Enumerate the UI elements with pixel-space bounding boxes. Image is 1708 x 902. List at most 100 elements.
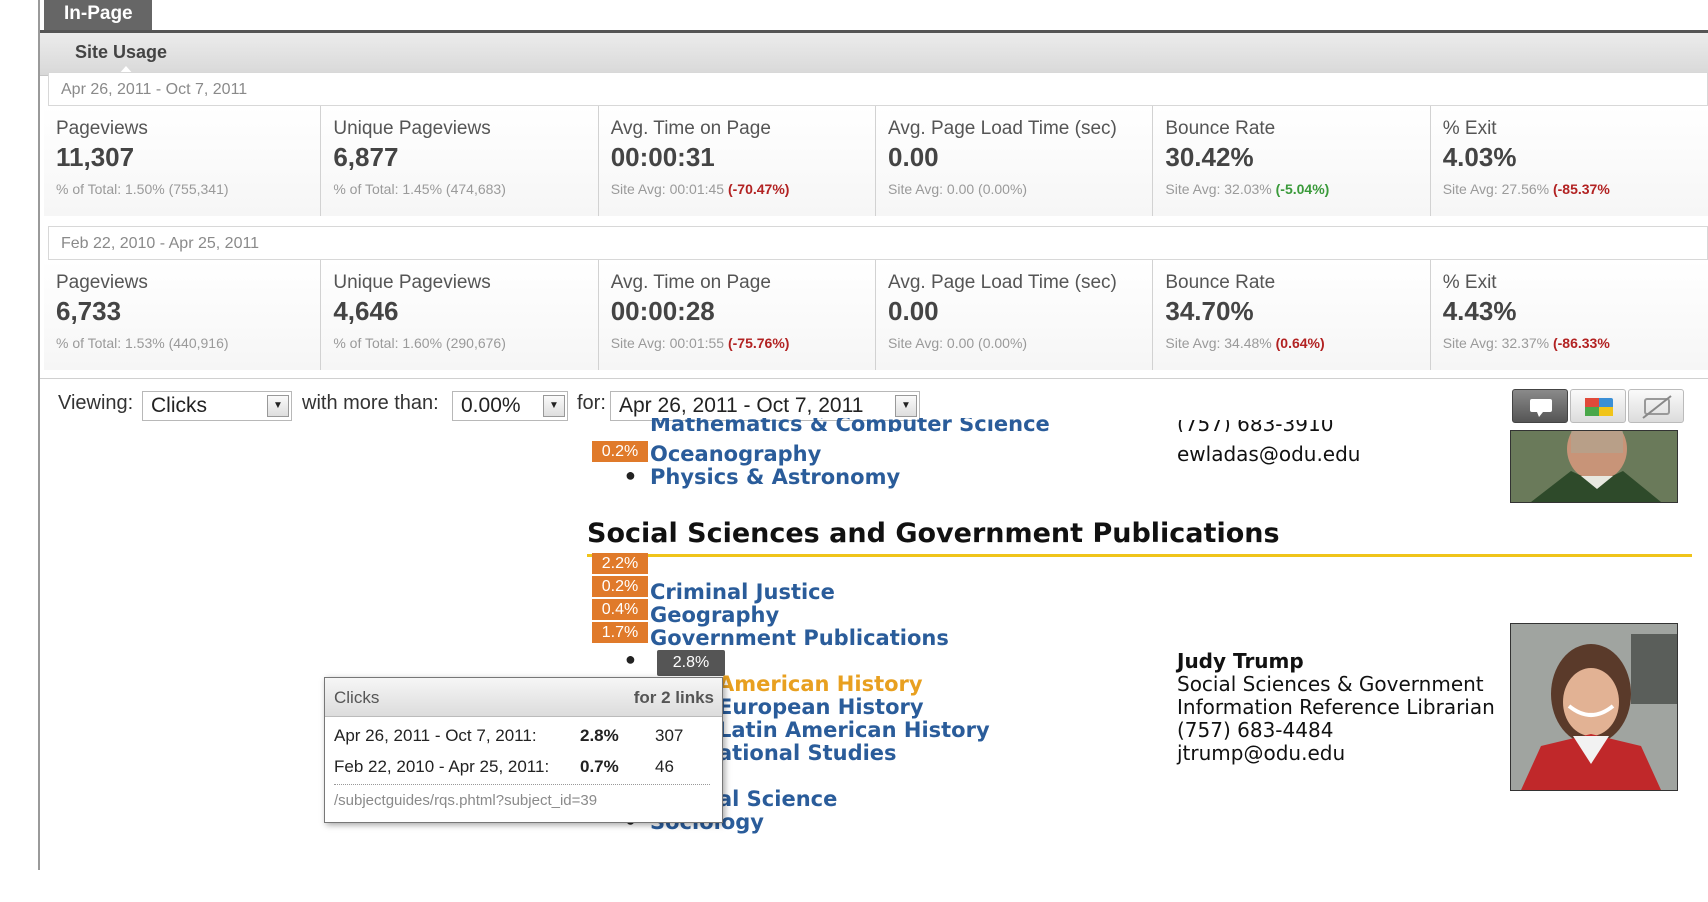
librarian-photo [1510, 623, 1678, 791]
metric-unique-pageviews: Unique Pageviews 4,646 % of Total: 1.60%… [321, 260, 599, 370]
metric-sub: Site Avg: 32.37% (-86.33% [1442, 335, 1610, 351]
metric-label: Pageviews [56, 118, 148, 139]
metric-value: 0.00 [888, 296, 939, 326]
librarian-photo [1510, 430, 1678, 503]
metric-avg-page-load-time: Avg. Page Load Time (sec) 0.00 Site Avg:… [876, 106, 1154, 216]
sub-tab-bar: Site Usage [40, 33, 1708, 76]
metric-sub: Site Avg: 0.00 (0.00%) [888, 335, 1028, 351]
tooltip-row: Feb 22, 2010 - Apr 25, 2011: [334, 757, 549, 777]
metric-label: Unique Pageviews [333, 118, 491, 139]
chevron-down-icon: ▼ [267, 395, 289, 417]
bullet: ● [625, 649, 636, 669]
link-latin-american-history[interactable]: Latin American History [718, 718, 990, 742]
tooltip-count: 307 [655, 726, 684, 745]
threshold-select-value: 0.00% [461, 394, 521, 417]
metric-label: % Exit [1442, 272, 1497, 293]
tab-site-usage[interactable]: Site Usage [75, 42, 167, 63]
contact-phone: (757) 683-4484 [1177, 718, 1334, 742]
metric-value: 0.00 [888, 142, 939, 172]
metric-bounce-rate: Bounce Rate 34.70% Site Avg: 34.48% (0.6… [1153, 260, 1431, 370]
link-physics-astronomy[interactable]: Physics & Astronomy [650, 465, 900, 489]
metric-sub: Site Avg: 00:01:55 (-75.76%) [610, 335, 790, 351]
metric-label: % Exit [1442, 118, 1497, 139]
metric-sub: Site Avg: 27.56% (-85.37% [1442, 181, 1610, 197]
metric-bounce-rate: Bounce Rate 30.42% Site Avg: 32.03% (-5.… [1153, 106, 1431, 216]
tooltip-range: Feb 22, 2010 - Apr 25, 2011: [334, 757, 550, 776]
contact-email[interactable]: ewladas@odu.edu [1177, 443, 1361, 466]
link-european-history[interactable]: European History [718, 695, 924, 719]
date-range-select[interactable]: Apr 26, 2011 - Oct 7, 2011 ▼ [610, 391, 920, 421]
link-government-publications[interactable]: Government Publications [650, 626, 949, 650]
contact-name: Judy Trump [1177, 649, 1304, 673]
tooltip-url: /subjectguides/rqs.phtml?subject_id=39 [334, 792, 598, 809]
tooltip-count: 46 [655, 757, 674, 776]
metric-avg-time-on-page: Avg. Time on Page 00:00:28 Site Avg: 00:… [598, 260, 877, 370]
metric-value: 4,646 [333, 296, 399, 326]
viewing-select-value: Clicks [151, 394, 207, 417]
tooltip-view-button[interactable] [1512, 389, 1568, 423]
period2-metrics: Pageviews 6,733 % of Total: 1.53% (440,9… [44, 260, 1708, 370]
contact-email[interactable]: jtrump@odu.edu [1177, 742, 1345, 765]
metric-sub: % of Total: 1.53% (440,916) [56, 335, 229, 351]
metric-label: Avg. Time on Page [610, 118, 771, 139]
metric-label: Avg. Page Load Time (sec) [888, 118, 1117, 139]
metric-exit: % Exit 4.03% Site Avg: 27.56% (-85.37% [1430, 106, 1708, 216]
click-pct-badge: 0.2% [592, 576, 648, 597]
viewing-select[interactable]: Clicks ▼ [142, 391, 292, 421]
overlay-off-icon [1642, 395, 1672, 419]
metric-label: Pageviews [56, 272, 148, 293]
metric-label: Avg. Page Load Time (sec) [888, 272, 1117, 293]
chevron-down-icon: ▼ [895, 395, 917, 417]
tooltip-divider [334, 784, 710, 785]
contact-title: Social Sciences & Government [1177, 672, 1484, 696]
period1-metrics: Pageviews 11,307 % of Total: 1.50% (755,… [44, 106, 1708, 216]
metric-pageviews: Pageviews 11,307 % of Total: 1.50% (755,… [44, 106, 322, 216]
tooltip-links-count: for 2 links [633, 688, 714, 707]
metric-value: 34.70% [1165, 296, 1254, 326]
link-political-science[interactable]: al Science [718, 787, 837, 811]
metric-pageviews: Pageviews 6,733 % of Total: 1.53% (440,9… [44, 260, 322, 370]
click-pct-badge: 0.4% [592, 599, 648, 620]
tab-in-page[interactable]: In-Page [44, 0, 152, 31]
metric-exit: % Exit 4.43% Site Avg: 32.37% (-86.33% [1430, 260, 1708, 370]
color-overlay-icon [1585, 398, 1613, 416]
link-american-history[interactable]: American History [718, 672, 923, 696]
metric-avg-page-load-time: Avg. Page Load Time (sec) 0.00 Site Avg:… [876, 260, 1154, 370]
link-oceanography[interactable]: Oceanography [650, 442, 821, 466]
metric-unique-pageviews: Unique Pageviews 6,877 % of Total: 1.45%… [321, 106, 599, 216]
metric-label: Bounce Rate [1165, 272, 1276, 293]
metric-label: Bounce Rate [1165, 118, 1276, 139]
click-pct-badge: 0.2% [592, 441, 648, 462]
tooltip-title: Clicks [334, 688, 380, 707]
tooltip-range: Apr 26, 2011 - Oct 7, 2011: [334, 726, 537, 745]
viewing-label: Viewing: [58, 392, 134, 414]
metric-value: 11,307 [56, 142, 135, 172]
metric-value: 4.43% [1442, 296, 1517, 326]
link-geography[interactable]: Geography [650, 603, 779, 627]
link-criminal-justice[interactable]: Criminal Justice [650, 580, 835, 604]
chevron-down-icon: ▼ [543, 395, 565, 417]
bullet: ● [625, 465, 636, 485]
hover-click-badge: 2.8% [657, 650, 725, 676]
link-math-computer-science[interactable]: Mathematics & Computer Science [650, 418, 1050, 432]
for-label: for: [577, 392, 606, 414]
metric-value: 4.03% [1442, 142, 1517, 172]
overlay-view-button[interactable] [1570, 389, 1626, 423]
tooltip-row: Apr 26, 2011 - Oct 7, 2011: [334, 726, 537, 746]
hide-overlay-button[interactable] [1628, 389, 1684, 423]
metric-sub: Site Avg: 00:01:45 (-70.47%) [610, 181, 790, 197]
click-pct-badge: 2.2% [592, 553, 648, 574]
metric-avg-time-on-page: Avg. Time on Page 00:00:31 Site Avg: 00:… [598, 106, 877, 216]
metric-sub: Site Avg: 32.03% (-5.04%) [1165, 181, 1330, 197]
period2-date-range: Feb 22, 2010 - Apr 25, 2011 [48, 226, 1708, 260]
date-range-select-value: Apr 26, 2011 - Oct 7, 2011 [619, 394, 864, 417]
tooltip-pct: 2.8% [580, 726, 619, 745]
link-international-studies[interactable]: ational Studies [718, 741, 897, 765]
metric-sub: Site Avg: 0.00 (0.00%) [888, 181, 1028, 197]
metric-value: 6,733 [56, 296, 122, 326]
contact-phone: (757) 683-3910 [1177, 420, 1334, 432]
threshold-select[interactable]: 0.00% ▼ [452, 391, 568, 421]
contact-title: Information Reference Librarian [1177, 695, 1495, 719]
metric-value: 00:00:31 [610, 142, 715, 172]
clicks-tooltip: Clicks for 2 links Apr 26, 2011 - Oct 7,… [324, 677, 723, 823]
